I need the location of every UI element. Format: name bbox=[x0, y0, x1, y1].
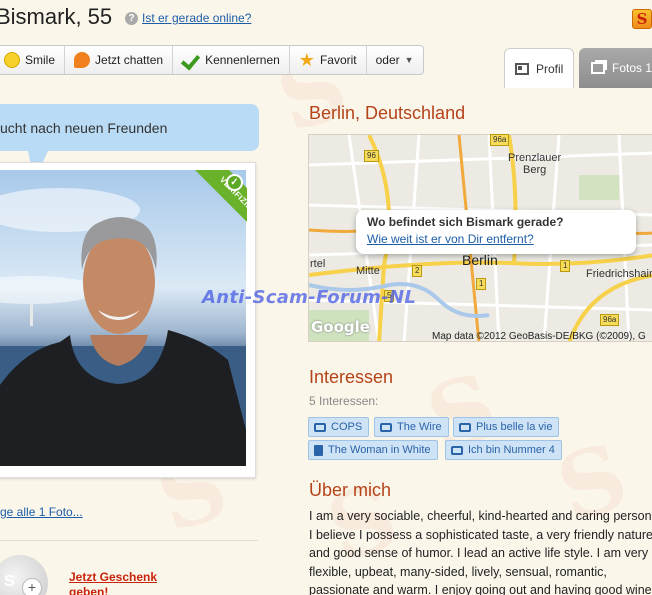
chevron-down-icon: ▼ bbox=[404, 55, 414, 65]
location-title: Berlin, Deutschland bbox=[309, 103, 466, 123]
action-bar: Smile Jetzt chatten Kennenlernen ★ Favor… bbox=[0, 45, 424, 75]
chat-label: Jetzt chatten bbox=[95, 53, 164, 67]
interest-tag[interactable]: Ich bin Nummer 4 bbox=[445, 440, 562, 460]
map-label-mitte: Mitte bbox=[356, 265, 380, 277]
online-status: ? Ist er gerade online? bbox=[125, 11, 251, 25]
smiley-icon bbox=[4, 52, 20, 68]
favorite-button[interactable]: ★ Favorit bbox=[290, 46, 367, 74]
site-logo-icon[interactable]: S bbox=[632, 9, 652, 29]
profile-card-icon bbox=[515, 62, 529, 75]
favorite-label: Favorit bbox=[319, 53, 357, 67]
interests-title: Interessen bbox=[309, 367, 394, 387]
chat-bubble-icon bbox=[74, 52, 91, 68]
interest-tag[interactable]: The Woman in White bbox=[308, 440, 438, 460]
status-bubble: ucht nach neuen Freunden bbox=[0, 104, 259, 151]
more-label: oder bbox=[375, 53, 400, 67]
tv-icon bbox=[459, 422, 471, 432]
all-photos-link[interactable]: ge alle 1 Foto... bbox=[0, 505, 83, 519]
gift-avatar-text: S bbox=[4, 573, 15, 590]
about-text: I am a very sociable, cheerful, kind-hea… bbox=[309, 509, 652, 595]
road-badge: 1 bbox=[476, 278, 487, 290]
interest-tag[interactable]: The Wire bbox=[374, 417, 449, 437]
help-icon: ? bbox=[125, 11, 138, 25]
road-badge: 96a bbox=[490, 134, 510, 146]
interest-tag[interactable]: Plus belle la vie bbox=[453, 417, 560, 437]
gift-link[interactable]: Jetzt Geschenk geben! bbox=[69, 570, 169, 595]
interest-tag[interactable]: COPS bbox=[308, 417, 370, 437]
map-popup: Wo befindet sich Bismark gerade? Wie wei… bbox=[356, 210, 636, 254]
google-logo[interactable]: Google bbox=[311, 318, 370, 336]
smile-button[interactable]: Smile bbox=[0, 46, 66, 74]
map-copyright: Map data ©2012 GeoBasis-DE/BKG (©2009), … bbox=[432, 331, 646, 342]
map-label-berlin: Berlin bbox=[462, 252, 498, 268]
tv-icon bbox=[380, 422, 392, 432]
smile-label: Smile bbox=[25, 53, 56, 67]
interest-tag-label: Plus belle la vie bbox=[476, 421, 553, 433]
meet-label: Kennenlernen bbox=[205, 53, 280, 67]
road-badge: 2 bbox=[412, 265, 423, 277]
interest-tag-label: Ich bin Nummer 4 bbox=[468, 444, 555, 456]
map-label-rtel: rtel bbox=[310, 258, 326, 270]
about-title: Über mich bbox=[309, 480, 392, 500]
photos-icon bbox=[591, 62, 605, 74]
map-label-friedrichshain: Friedrichshain bbox=[586, 268, 652, 280]
road-badge: 96 bbox=[364, 150, 379, 162]
tv-icon bbox=[451, 445, 463, 455]
interest-tag-label: The Woman in White bbox=[328, 444, 431, 456]
checkmark-icon bbox=[182, 52, 200, 68]
tab-profile[interactable]: Profil bbox=[504, 48, 574, 88]
star-icon: ★ bbox=[298, 50, 315, 70]
add-gift-button[interactable]: + bbox=[22, 578, 42, 595]
online-check-link[interactable]: Ist er gerade online? bbox=[142, 11, 251, 25]
divider bbox=[0, 540, 258, 541]
profile-name: Bismark, 55 bbox=[0, 4, 113, 29]
road-badge: 1 bbox=[560, 260, 571, 272]
tv-icon bbox=[314, 422, 326, 432]
tab-profile-label: Profil bbox=[536, 61, 564, 76]
more-dropdown[interactable]: oder ▼ bbox=[367, 46, 423, 74]
map-label-berg: Berg bbox=[523, 164, 547, 176]
tab-photos-label: Fotos 1 bbox=[612, 61, 652, 75]
verified-check-icon: ✓ bbox=[226, 174, 243, 191]
watermark-text: Anti-Scam-Forum-NL bbox=[202, 287, 417, 308]
distance-link[interactable]: Wie weit ist er von Dir entfernt? bbox=[367, 232, 636, 246]
interest-tag-label: COPS bbox=[331, 421, 363, 433]
meet-button[interactable]: Kennenlernen bbox=[173, 46, 290, 74]
chat-button[interactable]: Jetzt chatten bbox=[65, 46, 174, 74]
map-popup-title: Wo befindet sich Bismark gerade? bbox=[367, 215, 564, 229]
road-badge: 96a bbox=[600, 314, 620, 326]
interests-count: 5 Interessen: bbox=[309, 394, 379, 408]
map-label-prenzlauer: Prenzlauer bbox=[508, 152, 562, 164]
tab-photos[interactable]: Fotos 1 bbox=[579, 48, 652, 88]
interest-tag-label: The Wire bbox=[397, 421, 442, 433]
book-icon bbox=[314, 444, 323, 456]
